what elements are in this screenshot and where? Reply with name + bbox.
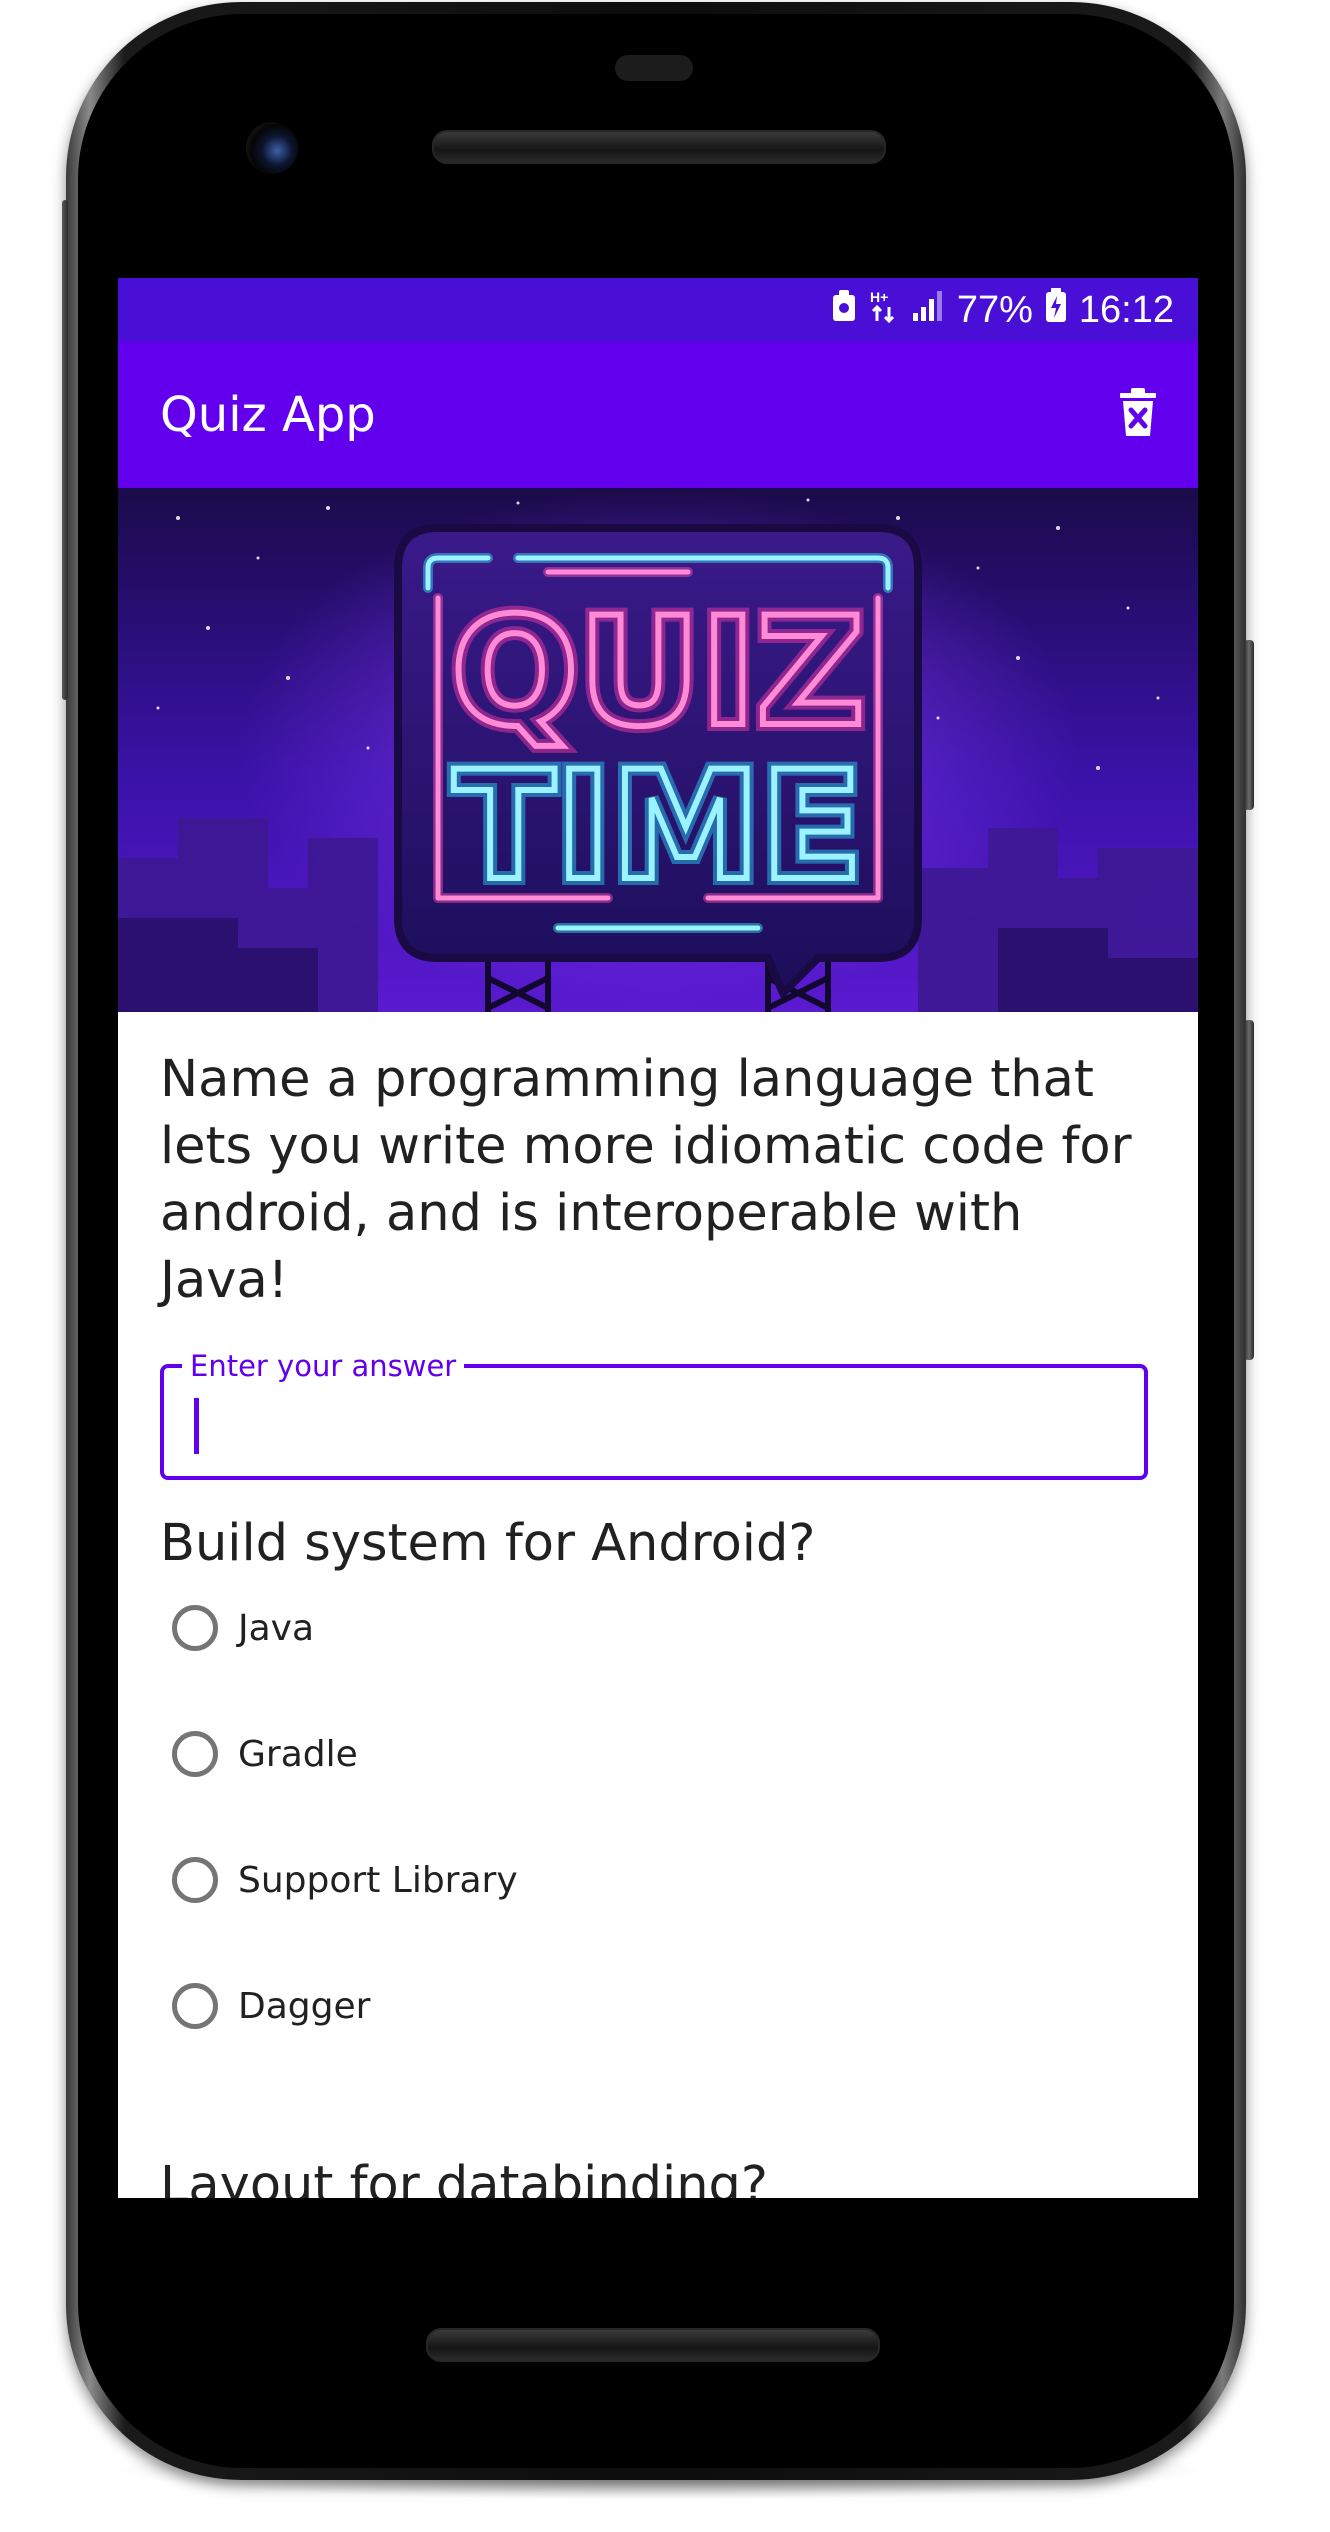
device-stage: H+ 77% 16:12 Quiz App QUIZ QUIZ TIME TIM… [0,0,1330,2532]
question-1-text: Name a programming language that lets yo… [160,1050,1132,1310]
radio-option-gradle[interactable]: Gradle [172,1714,358,1794]
clock: 16:12 [1078,288,1174,331]
top-speaker-grille [432,130,886,164]
radio-button-unchecked[interactable] [172,1857,218,1903]
radio-option-dagger[interactable]: Dagger [172,1966,370,2046]
battery-charging-icon [1045,287,1067,333]
delete-forever-icon [1118,388,1158,442]
front-camera [246,122,298,174]
volume-button [1244,640,1254,810]
radio-option-label: Support Library [238,1859,518,1901]
status-icons: H+ 77% 16:12 [831,278,1174,342]
quiz-time-banner: QUIZ QUIZ TIME TIME [118,488,1198,1012]
quiz-time-neon-illustration: QUIZ QUIZ TIME TIME [118,488,1198,1012]
radio-button-unchecked[interactable] [172,1983,218,2029]
left-side-accent [62,200,68,700]
power-button [1244,1020,1254,1360]
notification-icon [831,287,857,333]
answer-text-field[interactable]: Enter your answer [160,1346,1148,1480]
question-3-text: Layout for databinding? [160,2156,768,2198]
status-bar: H+ 77% 16:12 [118,278,1198,342]
battery-percent: 77% [956,288,1033,331]
signal-icon [911,287,945,333]
quiz-content[interactable]: Name a programming language that lets yo… [118,1012,1198,2198]
device-screen: H+ 77% 16:12 Quiz App QUIZ QUIZ TIME TIM… [118,278,1198,2198]
radio-option-label: Dagger [238,1985,371,2027]
answer-field-label: Enter your answer [182,1346,465,1386]
radio-button-unchecked[interactable] [172,1605,218,1651]
delete-button[interactable] [1108,385,1168,445]
app-title: Quiz App [160,387,376,443]
radio-option-support-library[interactable]: Support Library [172,1840,518,1920]
proximity-sensor [615,55,693,81]
radio-option-label: Java [238,1607,315,1649]
question-2-text: Build system for Android? [160,1514,816,1573]
text-cursor [194,1398,199,1454]
radio-button-unchecked[interactable] [172,1731,218,1777]
radio-option-java[interactable]: Java [172,1588,314,1668]
network-type-icon: H+ [869,287,899,333]
bottom-speaker-grille [426,2328,880,2362]
banner-line2: TIME [453,740,863,914]
app-bar: Quiz App [118,342,1198,488]
radio-option-label: Gradle [238,1733,358,1775]
answer-input[interactable] [188,1390,1112,1456]
banner-line1: QUIZ [451,586,865,760]
svg-text:H+: H+ [870,289,888,305]
